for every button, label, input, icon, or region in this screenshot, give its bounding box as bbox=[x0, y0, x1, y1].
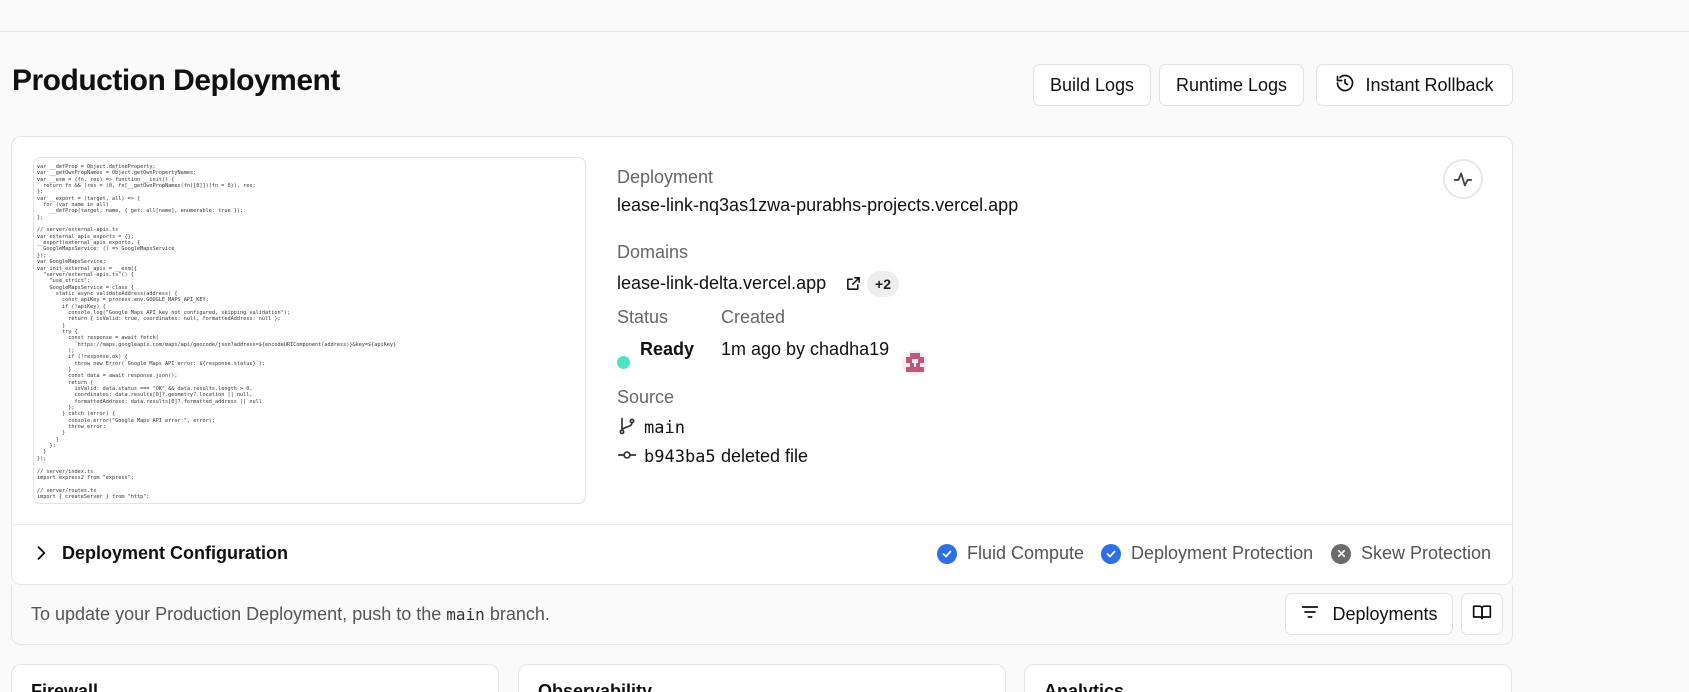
deployments-label: Deployments bbox=[1332, 603, 1438, 624]
build-logs-button[interactable]: Build Logs bbox=[1033, 64, 1151, 106]
feature-label: Deployment Protection bbox=[1131, 543, 1314, 563]
deployment-url-link[interactable]: lease-link-nq3as1zwa-purabhs-projects.ve… bbox=[617, 195, 1018, 216]
check-circle-icon bbox=[937, 543, 957, 564]
domains-more-badge[interactable]: +2 bbox=[867, 271, 899, 297]
top-bar bbox=[0, 0, 1689, 32]
chevron-right-icon[interactable] bbox=[31, 543, 51, 568]
runtime-logs-label: Runtime Logs bbox=[1175, 74, 1288, 95]
page-title: Production Deployment bbox=[12, 64, 340, 97]
runtime-logs-button[interactable]: Runtime Logs bbox=[1159, 64, 1304, 106]
update-text-before: To update your Production Deployment, pu… bbox=[31, 604, 442, 624]
firewall-title: Firewall bbox=[31, 681, 99, 692]
commit-hash-link[interactable]: b943ba5 bbox=[644, 447, 716, 467]
deployments-button[interactable]: Deployments bbox=[1285, 593, 1453, 635]
deployment-card: var __defProp = Object.defineProperty; v… bbox=[11, 136, 1513, 585]
domains-label: Domains bbox=[617, 242, 689, 262]
source-label: Source bbox=[617, 387, 675, 407]
build-logs-label: Build Logs bbox=[1049, 74, 1135, 95]
status-value: Ready bbox=[640, 339, 695, 359]
git-branch-icon bbox=[617, 416, 637, 441]
feature-deployment-protection[interactable]: Deployment Protection bbox=[1101, 543, 1313, 564]
created-value: 1m ago by chadha19 bbox=[721, 339, 890, 359]
deployment-label: Deployment bbox=[617, 167, 714, 187]
instant-rollback-label: Instant Rollback bbox=[1365, 74, 1494, 95]
git-commit-icon bbox=[617, 445, 637, 470]
status-indicator bbox=[617, 356, 630, 369]
feature-fluid-compute[interactable]: Fluid Compute bbox=[937, 543, 1084, 564]
instant-rollback-button[interactable]: Instant Rollback bbox=[1316, 64, 1513, 106]
update-info-text: To update your Production Deployment, pu… bbox=[31, 604, 550, 625]
branch-link[interactable]: main bbox=[644, 418, 685, 438]
update-branch-name: main bbox=[446, 605, 485, 624]
observability-title: Observability bbox=[538, 681, 653, 692]
analytics-title: Analytics bbox=[1044, 681, 1125, 692]
check-circle-icon bbox=[1101, 543, 1121, 564]
deployment-preview[interactable]: var __defProp = Object.defineProperty; v… bbox=[33, 157, 586, 504]
filter-icon bbox=[1300, 602, 1320, 627]
analytics-panel[interactable]: Analytics bbox=[1024, 664, 1512, 692]
created-label: Created bbox=[721, 307, 786, 327]
activity-icon bbox=[1453, 172, 1473, 187]
feature-label: Skew Protection bbox=[1361, 543, 1492, 563]
preview-code: var __defProp = Object.defineProperty; v… bbox=[37, 164, 400, 500]
activity-button[interactable] bbox=[1443, 159, 1483, 199]
external-link-icon[interactable] bbox=[845, 275, 862, 297]
status-label: Status bbox=[617, 307, 669, 327]
book-icon bbox=[1472, 602, 1492, 627]
docs-button[interactable] bbox=[1461, 593, 1503, 635]
rollback-icon bbox=[1335, 73, 1355, 98]
deployment-configuration-label[interactable]: Deployment Configuration bbox=[62, 543, 288, 564]
domain-link[interactable]: lease-link-delta.vercel.app bbox=[617, 273, 826, 294]
firewall-panel[interactable]: Firewall bbox=[11, 664, 499, 692]
avatar[interactable] bbox=[902, 350, 928, 376]
update-text-after: branch. bbox=[489, 604, 550, 624]
observability-panel[interactable]: Observability bbox=[518, 664, 1006, 692]
feature-skew-protection[interactable]: Skew Protection bbox=[1331, 543, 1491, 564]
commit-message: deleted file bbox=[721, 446, 809, 466]
feature-label: Fluid Compute bbox=[967, 543, 1085, 563]
x-circle-icon bbox=[1331, 543, 1351, 564]
